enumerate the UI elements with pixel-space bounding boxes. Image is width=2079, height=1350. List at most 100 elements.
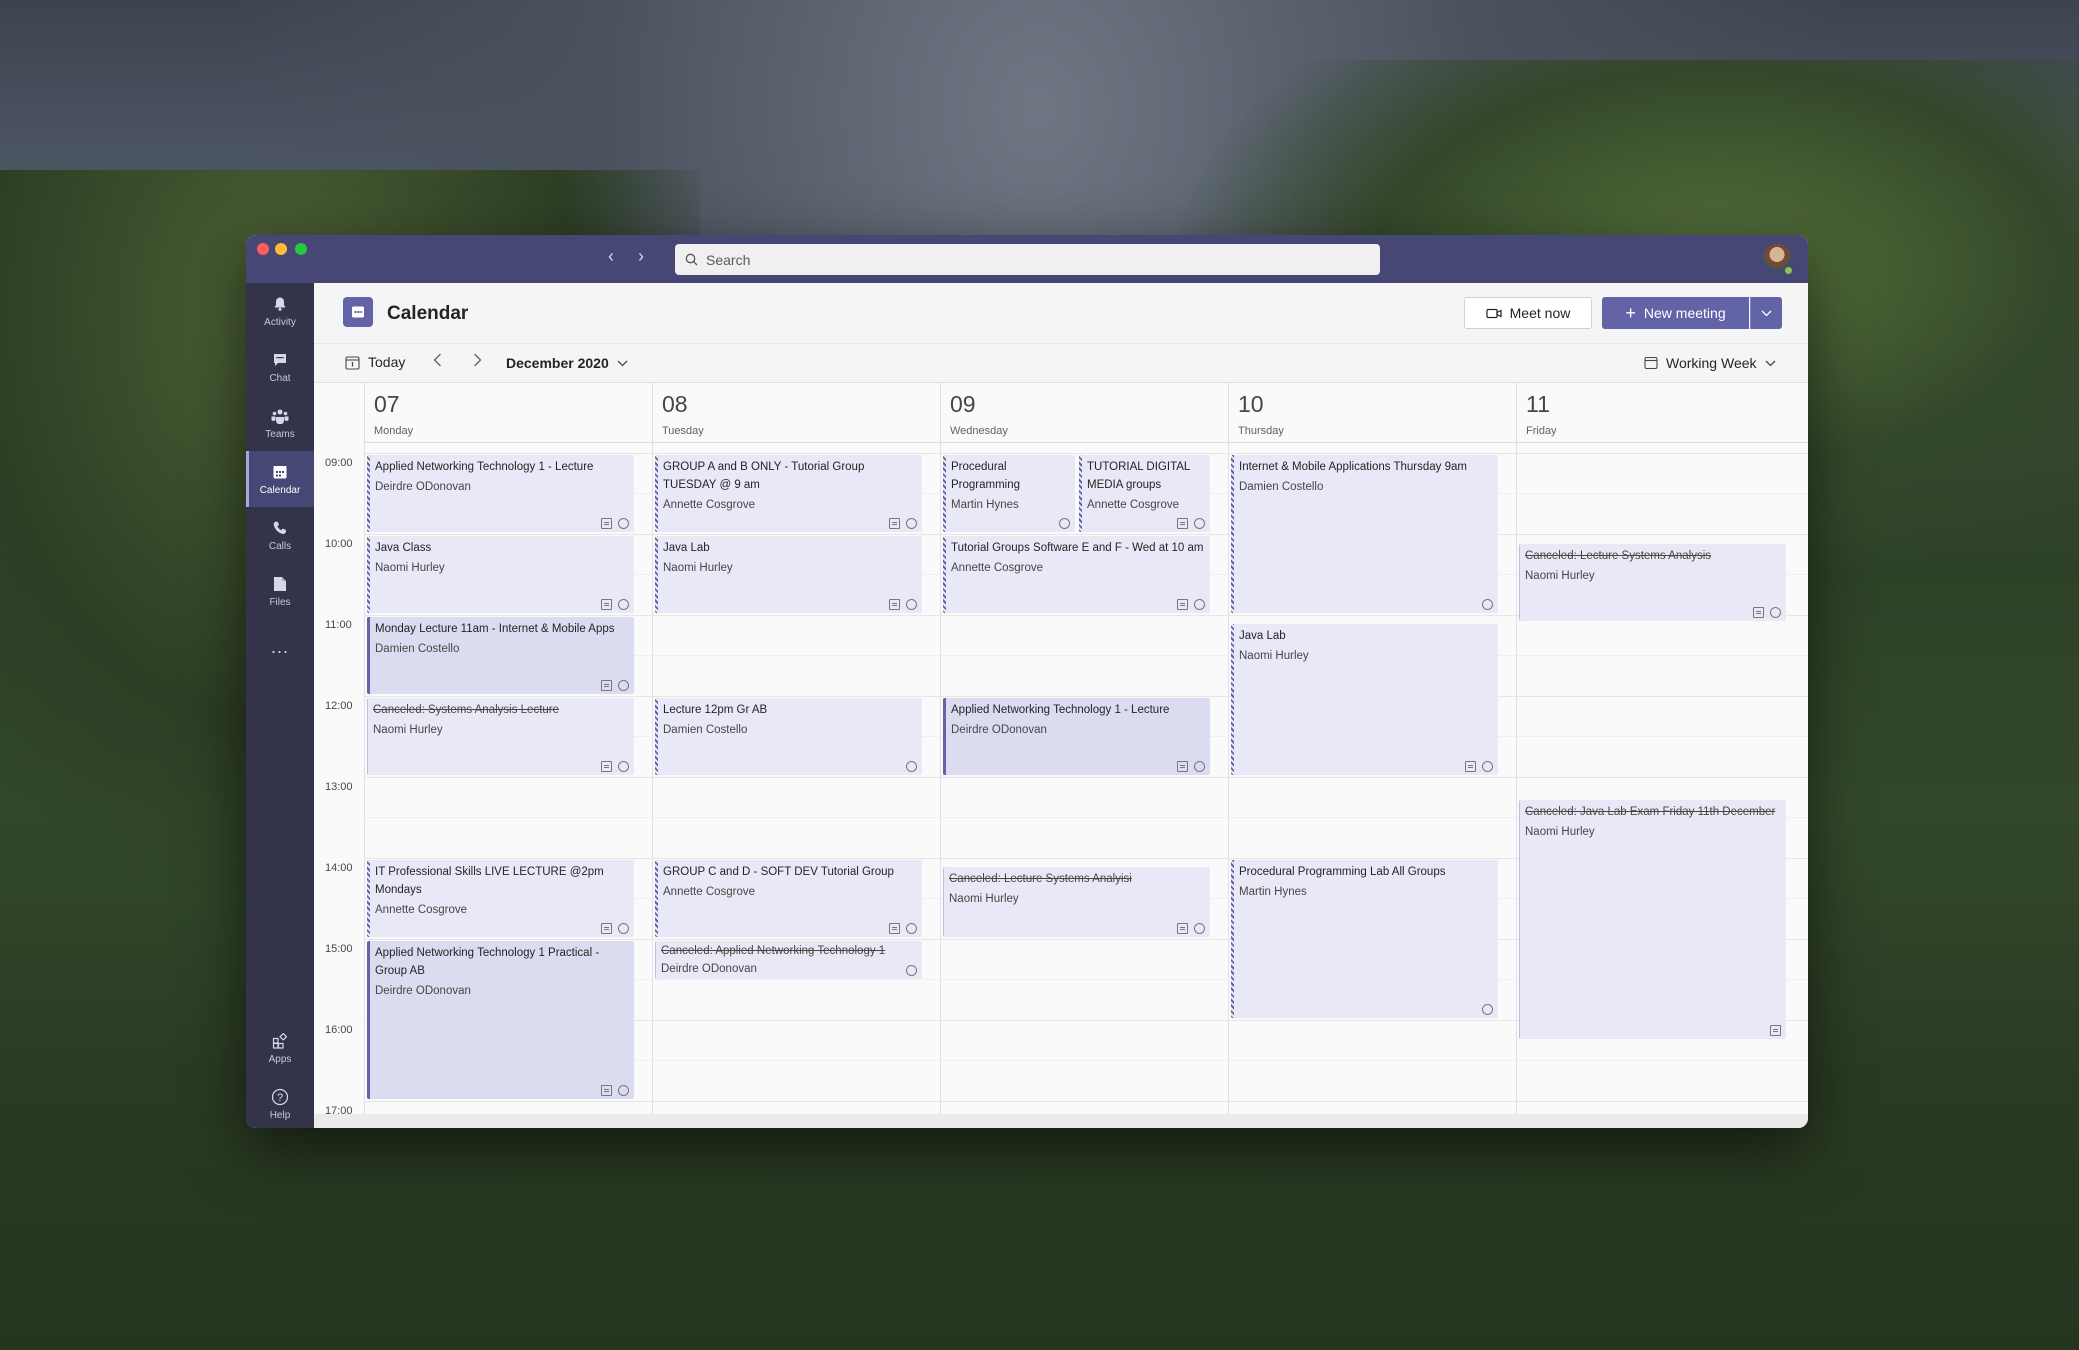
rail-item-teams[interactable]: Teams [246,395,314,451]
calendar-event[interactable]: Lecture 12pm Gr AB Damien Costello [655,698,922,775]
calendar-event[interactable]: GROUP C and D - SOFT DEV Tutorial Group … [655,860,922,937]
rail-item-calendar[interactable]: Calendar [246,451,314,507]
event-organizer: Naomi Hurley [1239,650,1309,662]
day-number: 09 [950,391,976,417]
chat-icon [271,351,289,369]
new-meeting-button[interactable]: + New meeting [1602,297,1749,329]
calendar-event-canceled[interactable]: Canceled: Lecture Systems Analyisi Naomi… [943,867,1210,937]
event-title: IT Professional Skills LIVE LECTURE @2pm… [375,866,604,896]
time-label: 15:00 [325,943,353,955]
grid-bottom-strip [314,1114,1808,1128]
user-avatar[interactable] [1762,244,1794,276]
event-title: Monday Lecture 11am - Internet & Mobile … [375,623,615,635]
calendar-event-canceled[interactable]: Canceled: Lecture Systems Analysis Naomi… [1519,544,1786,621]
search-input[interactable]: Search [675,244,1380,275]
rail-item-files[interactable]: Files [246,563,314,619]
calendar-event[interactable]: Applied Networking Technology 1 - Lectur… [367,455,634,532]
calendar-event[interactable]: Procedural Programming Lab All Groups Ma… [1231,860,1498,1018]
close-window-button[interactable] [257,243,269,255]
event-organizer: Naomi Hurley [375,562,445,574]
calendar-event[interactable]: Applied Networking Technology 1 - Lectur… [943,698,1210,775]
column-divider [364,383,365,1128]
calendar-event[interactable]: Tutorial Groups Software E and F - Wed a… [943,536,1210,613]
event-organizer: Annette Cosgrove [1087,499,1180,511]
time-label: 12:00 [325,700,353,712]
chevron-down-icon [1765,360,1775,366]
page-title: Calendar [387,303,469,324]
hour-line [364,777,1808,778]
day-name: Friday [1526,425,1557,437]
calendar-event[interactable]: TUTORIAL DIGITAL MEDIA groups Annette Co… [1079,455,1210,532]
event-title: Lecture 12pm Gr AB [663,704,768,716]
event-title: Canceled: Lecture Systems Analyisi [949,873,1132,885]
event-title: Java Class [375,542,432,554]
meeting-notes-icon [601,518,612,529]
day-number: 08 [662,391,688,417]
zoom-window-button[interactable] [295,243,307,255]
rail-item-apps[interactable]: Apps [246,1020,314,1076]
chevron-down-icon [1761,310,1772,316]
day-header-wednesday[interactable]: 09 Wednesday [940,383,1228,443]
event-title: GROUP C and D - SOFT DEV Tutorial Group [663,866,894,878]
calendar-icon [271,463,289,481]
chevron-down-icon [617,360,628,366]
calendar-event[interactable]: Procedural Programming Martin Hynes [943,455,1075,532]
back-arrow-icon[interactable]: ‹ [608,247,614,265]
search-icon [685,253,698,266]
month-picker[interactable]: December 2020 [506,355,628,371]
forward-arrow-icon[interactable]: › [638,247,644,265]
event-organizer: Naomi Hurley [949,893,1019,905]
rail-item-activity[interactable]: Activity [246,283,314,339]
calendar-app-icon [343,297,373,327]
rail-item-chat[interactable]: Chat [246,339,314,395]
minimize-window-button[interactable] [275,243,287,255]
hour-line [364,453,1808,454]
day-header-monday[interactable]: 07 Monday [364,383,652,443]
next-week-button[interactable] [473,353,482,372]
time-label: 16:00 [325,1024,353,1036]
calendar-event[interactable]: Internet & Mobile Applications Thursday … [1231,455,1498,613]
calendar-event[interactable]: IT Professional Skills LIVE LECTURE @2pm… [367,860,634,937]
header-divider [364,442,1808,443]
apps-icon [271,1032,289,1050]
calendar-event[interactable]: GROUP A and B ONLY - Tutorial Group TUES… [655,455,922,532]
hour-line [364,696,1808,697]
rail-item-calls[interactable]: Calls [246,507,314,563]
meeting-notes-icon [601,1085,612,1096]
recurring-icon [1194,518,1205,529]
calendar-event-canceled[interactable]: Canceled: Applied Networking Technology … [655,941,922,979]
recurring-icon [618,923,629,934]
calendar-event[interactable]: Monday Lecture 11am - Internet & Mobile … [367,617,634,694]
presence-available-icon [1783,265,1794,276]
today-button[interactable]: Today [345,354,405,370]
recurring-icon [1770,607,1781,618]
calendar-event-canceled[interactable]: Canceled: Systems Analysis Lecture Naomi… [367,698,634,775]
meeting-notes-icon [889,923,900,934]
view-switcher[interactable]: Working Week [1644,355,1776,371]
rail-item-more[interactable]: ... [246,619,314,675]
previous-week-button[interactable] [433,353,442,372]
day-header-thursday[interactable]: 10 Thursday [1228,383,1516,443]
day-header-tuesday[interactable]: 08 Tuesday [652,383,940,443]
time-label: 09:00 [325,457,353,469]
day-header-friday[interactable]: 11 Friday [1516,383,1808,443]
recurring-icon [906,599,917,610]
calendar-event-canceled[interactable]: Canceled: Java Lab Exam Friday 11th Dece… [1519,800,1786,1039]
file-icon [271,575,289,593]
bell-icon [271,295,289,313]
rail-item-help[interactable]: ? Help [246,1076,314,1128]
event-title: Internet & Mobile Applications Thursday … [1239,461,1467,473]
event-organizer: Annette Cosgrove [663,499,756,511]
calendar-event[interactable]: Java Lab Naomi Hurley [1231,624,1498,775]
recurring-icon [906,923,917,934]
event-organizer: Deirdre ODonovan [375,481,471,493]
column-divider [1516,383,1517,1128]
recurring-icon [1194,599,1205,610]
calendar-event[interactable]: Java Class Naomi Hurley [367,536,634,613]
calendar-event[interactable]: Applied Networking Technology 1 Practica… [367,941,634,1099]
meet-now-button[interactable]: Meet now [1464,297,1592,329]
new-meeting-dropdown-button[interactable] [1750,297,1782,329]
calendar-event[interactable]: Java Lab Naomi Hurley [655,536,922,613]
day-number: 11 [1526,391,1550,417]
today-label: Today [368,354,406,370]
